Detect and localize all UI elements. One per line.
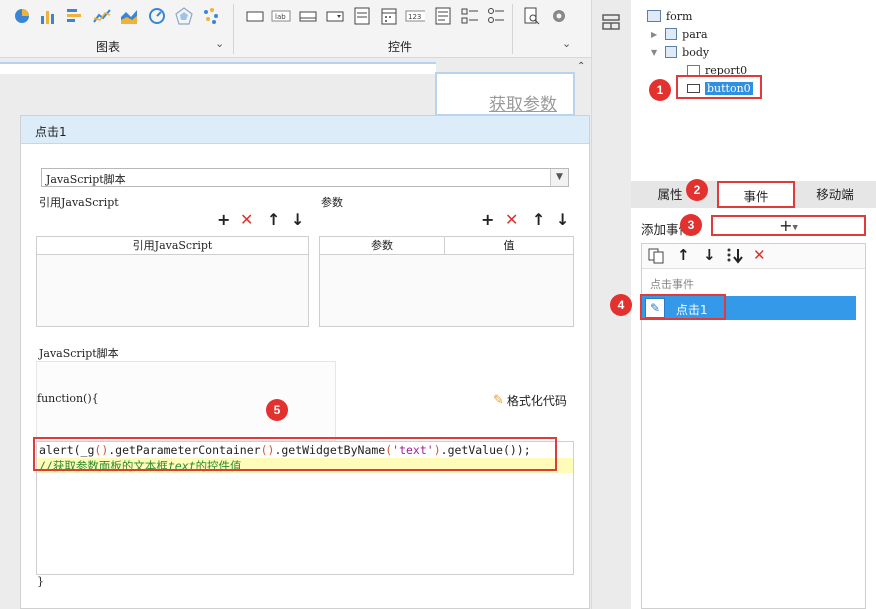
pie-chart-icon[interactable]: [12, 6, 32, 26]
svg-text:lab: lab: [275, 13, 286, 21]
tab-events[interactable]: 事件: [717, 181, 795, 208]
format-code-label: 格式化代码: [506, 394, 567, 408]
function-close-text: }: [37, 575, 44, 588]
bar-chart-icon[interactable]: [38, 6, 58, 26]
tree-highlight-box: [676, 75, 762, 99]
move-down-icon[interactable]: ↓: [291, 210, 304, 229]
event-editor-dialog: 点击1 JavaScript脚本 ▼ 引用JavaScript 参数 + ✕ ↑…: [20, 115, 590, 609]
delete-icon[interactable]: ✕: [505, 210, 518, 229]
combo-icon[interactable]: [325, 6, 345, 26]
report-icon: [687, 64, 700, 76]
move-down-icon[interactable]: ↓: [556, 210, 569, 229]
copy-icon[interactable]: [648, 248, 664, 267]
settings-icon[interactable]: [549, 6, 569, 26]
move-down-icon[interactable]: ↓: [703, 246, 716, 264]
function-open-text: function(){: [37, 392, 99, 405]
para-icon: [665, 28, 678, 40]
svg-text:123: 123: [408, 13, 421, 21]
tree-node-para[interactable]: ▶ para: [651, 26, 708, 42]
chevron-down-icon[interactable]: ⌄: [215, 37, 224, 50]
tree-node-body[interactable]: ▼ body: [651, 44, 709, 60]
date-icon[interactable]: [379, 6, 399, 26]
event-highlight-box: [640, 294, 726, 320]
param-table[interactable]: 参数 值: [319, 236, 574, 327]
form-icon: [647, 10, 661, 22]
line-chart-icon[interactable]: [92, 6, 112, 26]
delete-icon[interactable]: ✕: [240, 210, 253, 229]
text-field-icon[interactable]: [245, 6, 265, 26]
chevron-down-icon: ▼: [792, 223, 798, 232]
tree-node-form[interactable]: form: [647, 8, 692, 24]
area-chart-icon[interactable]: [119, 6, 139, 26]
chart-group-label: 图表: [96, 40, 121, 54]
param-section-label: 参数: [321, 196, 343, 209]
radio-group-icon[interactable]: [486, 6, 506, 26]
label-icon[interactable]: lab: [271, 6, 291, 26]
list-icon[interactable]: [352, 6, 372, 26]
scroll-up-icon[interactable]: ⌃: [577, 61, 585, 72]
move-up-icon[interactable]: ↑: [532, 210, 545, 229]
move-up-icon[interactable]: ↑: [677, 246, 690, 264]
delete-icon[interactable]: ✕: [753, 246, 766, 264]
chevron-down-icon[interactable]: ▼: [550, 169, 568, 186]
add-icon[interactable]: +: [217, 210, 230, 229]
ref-js-column-header: 引用JavaScript: [37, 237, 308, 255]
add-icon[interactable]: +: [481, 210, 494, 229]
search-icon[interactable]: [522, 6, 542, 26]
event-type-select[interactable]: JavaScript脚本 ▼: [41, 168, 569, 187]
widget-list-icon[interactable]: [602, 14, 620, 33]
ref-js-table[interactable]: 引用JavaScript: [36, 236, 309, 327]
event-type-value: JavaScript脚本: [46, 173, 126, 186]
chevron-down-icon[interactable]: ⌄: [562, 37, 571, 50]
ref-js-section-label: 引用JavaScript: [39, 196, 119, 209]
widget-group-label: 控件: [388, 40, 413, 54]
move-up-icon[interactable]: ↑: [267, 210, 280, 229]
toolbar-divider: [233, 4, 234, 54]
format-code-button[interactable]: ✎ 格式化代码: [493, 392, 567, 409]
param-value-column-header: 值: [503, 239, 515, 252]
scatter-icon[interactable]: [201, 6, 221, 26]
event-group-label: 点击事件: [650, 278, 694, 291]
right-panel: form ▶ para ▼ body report0 button0 1 属性 …: [610, 0, 876, 609]
ribbon-toolbar: lab 123 图表 ⌄ 控件 ⌄: [0, 0, 591, 58]
callout-3: 3: [680, 214, 702, 236]
chevron-down-icon[interactable]: ▼: [651, 48, 657, 57]
number-icon[interactable]: 123: [405, 6, 425, 26]
textarea-icon[interactable]: [433, 6, 453, 26]
callout-4: 4: [610, 294, 632, 316]
button-icon[interactable]: [298, 6, 318, 26]
callout-5: 5: [266, 399, 288, 421]
broom-icon: ✎: [493, 393, 504, 408]
gauge-icon[interactable]: [147, 6, 167, 26]
checkbox-group-icon[interactable]: [460, 6, 480, 26]
move-bottom-icon[interactable]: [726, 247, 744, 268]
dialog-title: 点击1: [21, 116, 589, 144]
canvas-para-area: [0, 62, 436, 74]
code-highlight-box: [33, 437, 557, 471]
body-icon: [665, 46, 678, 58]
canvas-button-widget[interactable]: 获取参数: [435, 72, 575, 116]
callout-1: 1: [649, 79, 671, 101]
callout-2: 2: [686, 179, 708, 201]
toolbar-divider: [512, 4, 513, 54]
canvas-widget-text: 获取参数: [489, 95, 557, 115]
radar-icon[interactable]: [174, 6, 194, 26]
param-name-column-header: 参数: [320, 237, 445, 254]
chevron-right-icon[interactable]: ▶: [651, 30, 657, 39]
script-section-label: JavaScript脚本: [39, 347, 119, 360]
horizontal-bar-icon[interactable]: [64, 6, 84, 26]
tab-mobile[interactable]: 移动端: [807, 181, 863, 208]
add-event-button[interactable]: +▼: [711, 215, 866, 236]
